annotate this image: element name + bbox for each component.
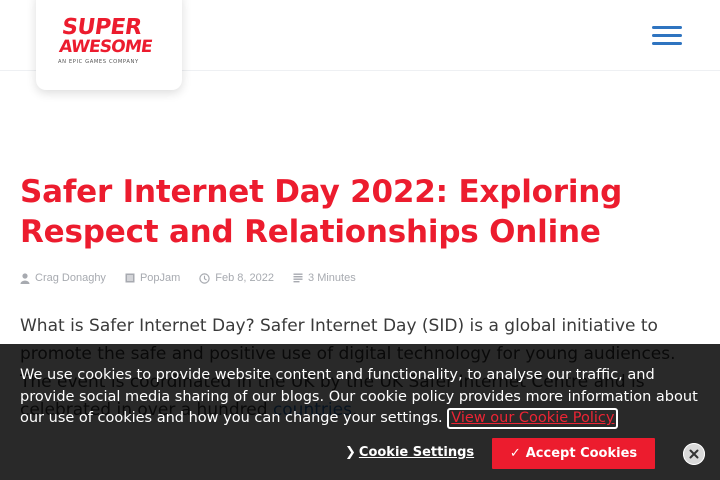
checkmark-icon: ✓ — [509, 446, 521, 461]
hamburger-menu-button[interactable] — [652, 26, 684, 46]
superawesome-logo[interactable]: SUPER AWESOME AN EPIC GAMES COMPANY — [56, 14, 162, 66]
svg-text:AN EPIC GAMES COMPANY: AN EPIC GAMES COMPANY — [58, 59, 139, 65]
cookie-policy-link[interactable]: View our Cookie Policy — [447, 408, 619, 429]
meta-read-time: 3 Minutes — [293, 272, 356, 284]
meta-date: Feb 8, 2022 — [199, 272, 274, 284]
meta-category[interactable]: PopJam — [125, 272, 180, 284]
hamburger-line — [652, 42, 682, 45]
site-header: SUPER AWESOME AN EPIC GAMES COMPANY — [0, 0, 720, 90]
article-title: Safer Internet Day 2022: Exploring Respe… — [20, 174, 623, 250]
cookie-settings-button[interactable]: ❯ Cookie Settings — [345, 445, 474, 460]
meta-date-label: Feb 8, 2022 — [215, 272, 275, 284]
hamburger-icon — [652, 26, 682, 29]
meta-read-time-label: 3 Minutes — [308, 272, 356, 284]
cookie-settings-label: Cookie Settings — [358, 445, 475, 460]
user-icon — [20, 272, 30, 284]
document-lines-icon — [293, 273, 303, 283]
clock-icon — [199, 272, 210, 284]
meta-category-label: PopJam — [139, 272, 181, 284]
chevron-right-icon: ❯ — [345, 445, 356, 460]
article-meta: Crag Donaghy PopJam Feb 8, 2022 3 Minute… — [20, 270, 375, 286]
folder-icon — [125, 273, 135, 283]
cookie-banner: We use cookies to provide website conten… — [0, 344, 720, 480]
logo-card[interactable]: SUPER AWESOME AN EPIC GAMES COMPANY — [36, 0, 182, 90]
close-banner-button[interactable] — [683, 443, 705, 465]
accept-cookies-button[interactable]: ✓ Accept Cookies — [492, 438, 655, 469]
accept-cookies-label: Accept Cookies — [525, 446, 638, 461]
close-icon — [689, 449, 699, 459]
cookie-message: We use cookies to provide website conten… — [20, 365, 700, 430]
meta-author[interactable]: Crag Donaghy — [20, 272, 106, 284]
meta-author-label: Crag Donaghy — [35, 272, 106, 284]
svg-text:AWESOME: AWESOME — [58, 37, 153, 57]
hamburger-line — [652, 34, 682, 37]
